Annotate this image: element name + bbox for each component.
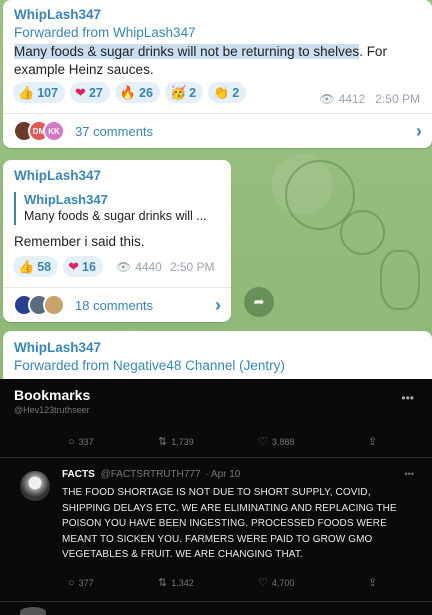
clap-icon: 👏 xyxy=(213,85,230,100)
reply-count: 377 xyxy=(78,577,94,588)
reaction-count: 16 xyxy=(82,259,96,274)
tweet-author-avatar xyxy=(20,471,50,501)
comments-button[interactable]: 18 comments › xyxy=(3,287,231,322)
message-sender[interactable]: WhipLash347 xyxy=(14,7,101,22)
like-count: 3,888 xyxy=(271,436,295,447)
eye-icon: 👁 xyxy=(319,92,335,106)
like-action: ♡ 3,888 xyxy=(258,435,368,448)
reactions-row: 👍 58 ❤ 16 👁 4440 2:50 PM xyxy=(13,256,215,277)
reply-icon: ○ xyxy=(68,435,75,448)
commenter-avatars xyxy=(13,294,65,316)
view-count: 4440 xyxy=(135,259,162,274)
reactions-row: 👍 107 ❤ 27 🔥 26 🥳 2 👏 2 xyxy=(13,82,247,103)
reaction-count: 2 xyxy=(232,85,240,100)
message-time: 2:50 PM xyxy=(169,259,215,274)
reaction-heart[interactable]: ❤ 27 xyxy=(70,82,110,103)
tweet-page-handle: @Hev123truthseer xyxy=(14,405,90,415)
retweet-action: ⇅ 1,342 xyxy=(158,576,258,589)
share-icon: ⇪ xyxy=(368,577,378,589)
reaction-count: 107 xyxy=(37,85,59,100)
heart-icon: ❤ xyxy=(68,259,79,274)
message-time: 2:50 PM xyxy=(375,92,420,106)
share-button[interactable]: ➦ xyxy=(244,287,274,317)
party-face-icon: 🥳 xyxy=(169,85,187,100)
comments-count: 18 comments xyxy=(75,297,154,313)
reply-quote[interactable]: WhipLash347 Many foods & sugar drinks wi… xyxy=(14,192,219,225)
background-doodle xyxy=(380,250,420,310)
tweet-author-line: FACTS @FACTSRTRUTH777 · Apr 10 xyxy=(62,469,240,480)
reply-icon: ○ xyxy=(68,576,75,589)
tweet-author-name: FACTS xyxy=(62,469,95,480)
reaction-heart[interactable]: ❤ 16 xyxy=(63,256,103,277)
highlighted-text: Many foods & sugar drinks will not be re… xyxy=(14,44,360,59)
avatar: KK xyxy=(43,120,65,142)
reaction-thumbs-up[interactable]: 👍 107 xyxy=(13,82,66,103)
reaction-count: 58 xyxy=(37,259,52,274)
next-tweet-avatar xyxy=(20,607,46,615)
like-action: ♡ 4,700 xyxy=(258,576,368,589)
message-bubble-2[interactable]: WhipLash347 WhipLash347 Many foods & sug… xyxy=(3,160,231,322)
reply-action: ○ 377 xyxy=(68,577,158,589)
share-icon: ⇪ xyxy=(368,436,378,448)
fire-icon: 🔥 xyxy=(119,85,137,100)
reaction-count: 2 xyxy=(189,85,197,100)
forwarded-from[interactable]: Forwarded from Negative48 Channel (Jentr… xyxy=(14,358,285,373)
reaction-clap[interactable]: 👏 2 xyxy=(208,82,247,103)
reaction-thumbs-up[interactable]: 👍 58 xyxy=(13,256,59,277)
more-options-icon: ••• xyxy=(401,391,414,405)
view-count: 4412 xyxy=(338,92,366,106)
message-sender[interactable]: WhipLash347 xyxy=(14,340,101,355)
message-meta: 👁 4412 2:50 PM xyxy=(319,92,420,106)
share-arrow-icon: ➦ xyxy=(253,294,265,309)
reaction-party[interactable]: 🥳 2 xyxy=(164,82,204,103)
retweet-count: 1,342 xyxy=(171,577,194,588)
tweet-actions-top: ○ 337 ⇅ 1,739 ♡ 3,888 ⇪ xyxy=(68,435,398,449)
chevron-right-icon: › xyxy=(416,120,422,141)
forwarded-from[interactable]: Forwarded from WhipLash347 xyxy=(14,25,196,40)
thumbs-up-icon: 👍 xyxy=(18,85,35,100)
reaction-count: 27 xyxy=(88,85,103,100)
message-text: Remember i said this. xyxy=(14,234,145,249)
message-meta: 👁 4440 2:50 PM xyxy=(116,260,215,274)
retweet-icon: ⇅ xyxy=(158,436,168,448)
reply-count: 337 xyxy=(78,436,94,447)
avatar xyxy=(43,294,65,316)
tweet-screenshot-image[interactable]: Bookmarks @Hev123truthseer ••• ○ 337 ⇅ 1,7… xyxy=(0,379,432,615)
reply-action: ○ 337 xyxy=(68,436,158,448)
commenter-avatars: DM KK xyxy=(13,120,65,142)
comments-count: 37 comments xyxy=(75,123,154,139)
tweet-body: The food shortage is not due to short su… xyxy=(62,487,397,560)
tweet-page-title: Bookmarks xyxy=(14,387,91,403)
like-icon: ♡ xyxy=(258,436,268,448)
retweet-icon: ⇅ xyxy=(158,577,168,589)
heart-icon: ❤ xyxy=(75,85,86,100)
divider xyxy=(0,457,432,458)
chevron-right-icon: › xyxy=(215,294,221,315)
reaction-count: 26 xyxy=(139,85,153,100)
reply-text: Many foods & sugar drinks will ... xyxy=(24,209,207,223)
reply-sender: WhipLash347 xyxy=(24,192,108,207)
tweet-actions-bottom: ○ 377 ⇅ 1,342 ♡ 4,700 ⇪ xyxy=(68,576,398,590)
like-icon: ♡ xyxy=(258,577,268,589)
like-count: 4,700 xyxy=(271,577,295,588)
message-text: Many foods & sugar drinks will not be re… xyxy=(14,43,424,79)
message-sender[interactable]: WhipLash347 xyxy=(14,168,101,183)
reaction-fire[interactable]: 🔥 26 xyxy=(114,82,160,103)
thumbs-up-icon: 👍 xyxy=(18,259,35,274)
background-doodle xyxy=(340,210,385,255)
retweet-count: 1,739 xyxy=(171,436,194,447)
tweet-author-handle: @FACTSRTRUTH777 xyxy=(100,469,201,480)
divider xyxy=(0,601,432,602)
message-bubble-1[interactable]: WhipLash347 Forwarded from WhipLash347 M… xyxy=(3,0,432,148)
tweet-date: · Apr 10 xyxy=(205,469,241,480)
tweet-more-icon: ••• xyxy=(404,469,414,479)
retweet-action: ⇅ 1,739 xyxy=(158,435,258,448)
eye-icon: 👁 xyxy=(115,259,132,274)
comments-button[interactable]: DM KK 37 comments › xyxy=(3,113,432,148)
